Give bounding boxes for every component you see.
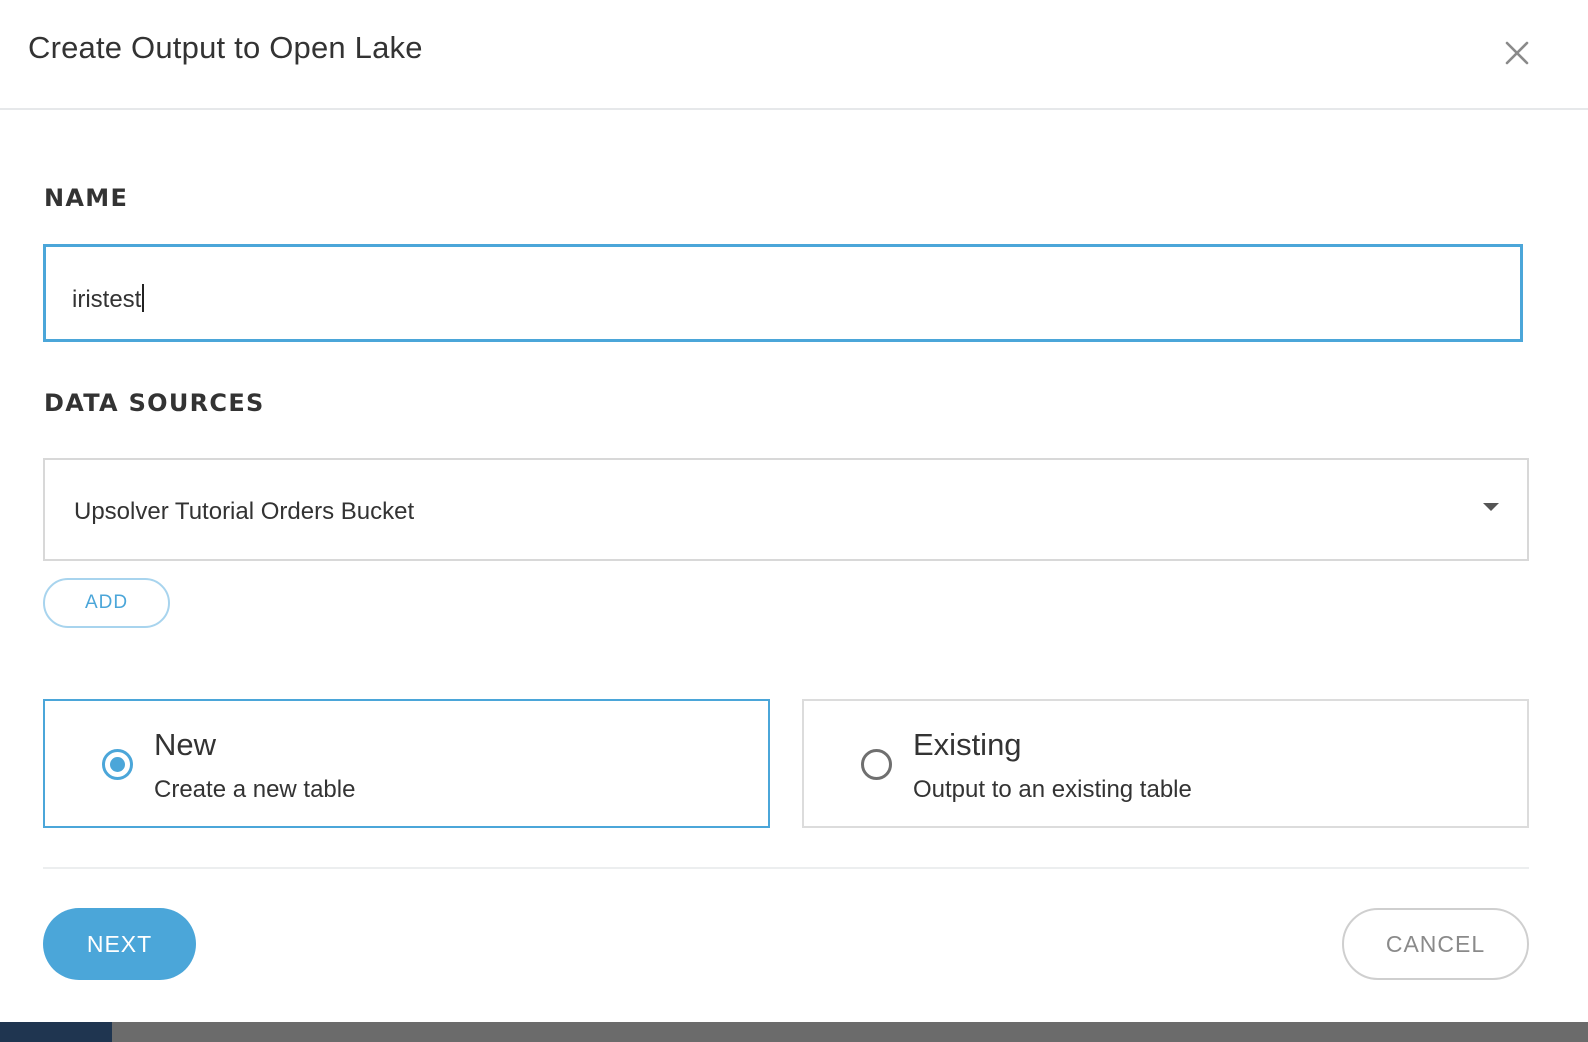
option-new-description: Create a new table xyxy=(154,776,356,803)
text-caret xyxy=(142,284,145,312)
create-output-dialog: Create Output to Open Lake NAME iristest… xyxy=(0,0,1588,1042)
next-button[interactable]: NEXT xyxy=(43,908,196,980)
taskbar-strip-dark-segment xyxy=(0,1022,112,1042)
footer-divider xyxy=(43,867,1529,869)
dialog-header: Create Output to Open Lake xyxy=(0,0,1588,110)
option-new-title: New xyxy=(154,727,217,762)
radio-new-selected[interactable] xyxy=(102,749,133,780)
chevron-down-icon xyxy=(1483,503,1499,511)
option-existing-description: Output to an existing table xyxy=(913,776,1192,803)
data-source-select[interactable]: Upsolver Tutorial Orders Bucket xyxy=(43,458,1529,561)
data-sources-label: DATA SOURCES xyxy=(44,389,265,417)
name-input[interactable]: iristest xyxy=(43,244,1523,342)
add-data-source-button[interactable]: ADD xyxy=(43,578,170,628)
taskbar-strip xyxy=(0,1022,1588,1042)
data-source-selected-value: Upsolver Tutorial Orders Bucket xyxy=(74,498,415,525)
option-existing-table[interactable]: Existing Output to an existing table xyxy=(802,699,1529,828)
name-input-text: iristest xyxy=(72,286,142,313)
close-icon[interactable] xyxy=(1500,36,1534,70)
option-existing-title: Existing xyxy=(913,727,1022,762)
name-label: NAME xyxy=(44,184,129,212)
name-input-value[interactable]: iristest xyxy=(72,284,145,314)
radio-existing[interactable] xyxy=(861,749,892,780)
option-new-table[interactable]: New Create a new table xyxy=(43,699,770,828)
cancel-button[interactable]: CANCEL xyxy=(1342,908,1529,980)
dialog-title: Create Output to Open Lake xyxy=(28,30,423,65)
